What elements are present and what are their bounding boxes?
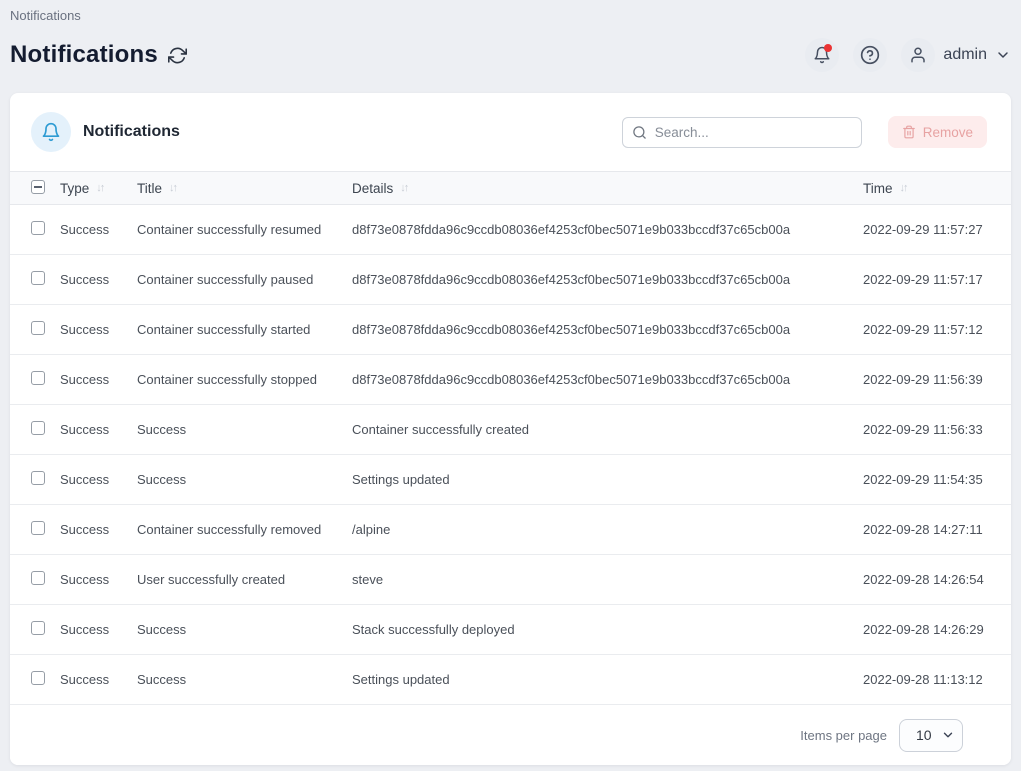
- search-box: [622, 117, 862, 148]
- cell-details: Container successfully created: [352, 422, 863, 437]
- titlebar: Notifications admin: [10, 33, 1011, 77]
- cell-title: User successfully created: [137, 572, 352, 587]
- cell-details: steve: [352, 572, 863, 587]
- row-checkbox[interactable]: [31, 571, 45, 585]
- help-circle-icon: [860, 45, 880, 65]
- notifications-panel: Notifications Remove Type↓↑: [10, 93, 1011, 765]
- cell-details: Settings updated: [352, 472, 863, 487]
- cell-title: Success: [137, 472, 352, 487]
- cell-title: Container successfully paused: [137, 272, 352, 287]
- cell-title: Container successfully removed: [137, 522, 352, 537]
- row-checkbox[interactable]: [31, 221, 45, 235]
- table-row: Success Success Settings updated 2022-09…: [10, 455, 1011, 505]
- row-checkbox[interactable]: [31, 421, 45, 435]
- cell-details: d8f73e0878fdda96c9ccdb08036ef4253cf0bec5…: [352, 222, 863, 237]
- table-row: Success Container successfully paused d8…: [10, 255, 1011, 305]
- cell-time: 2022-09-28 14:26:54: [863, 572, 997, 587]
- select-all-checkbox[interactable]: [31, 180, 45, 194]
- cell-details: d8f73e0878fdda96c9ccdb08036ef4253cf0bec5…: [352, 272, 863, 287]
- cell-time: 2022-09-29 11:57:17: [863, 272, 997, 287]
- cell-type: Success: [60, 222, 137, 237]
- cell-type: Success: [60, 372, 137, 387]
- cell-title: Container successfully stopped: [137, 372, 352, 387]
- notifications-bell-button[interactable]: [805, 38, 839, 72]
- cell-details: /alpine: [352, 522, 863, 537]
- help-button[interactable]: [853, 38, 887, 72]
- cell-details: Settings updated: [352, 672, 863, 687]
- refresh-icon[interactable]: [168, 46, 187, 65]
- trash-icon: [902, 125, 916, 139]
- table-row: Success Container successfully stopped d…: [10, 355, 1011, 405]
- page-title: Notifications: [10, 41, 158, 69]
- cell-time: 2022-09-29 11:56:33: [863, 422, 997, 437]
- column-header-details[interactable]: Details↓↑: [352, 181, 863, 196]
- cell-time: 2022-09-29 11:57:12: [863, 322, 997, 337]
- row-checkbox[interactable]: [31, 371, 45, 385]
- sort-icon: ↓↑: [96, 182, 103, 194]
- cell-type: Success: [60, 322, 137, 337]
- cell-time: 2022-09-29 11:56:39: [863, 372, 997, 387]
- table-row: Success Success Container successfully c…: [10, 405, 1011, 455]
- cell-time: 2022-09-29 11:54:35: [863, 472, 997, 487]
- panel-header: Notifications Remove: [10, 93, 1011, 171]
- column-header-title[interactable]: Title↓↑: [137, 181, 352, 196]
- search-input[interactable]: [622, 117, 862, 148]
- sort-icon: ↓↑: [400, 182, 407, 194]
- table-row: Success User successfully created steve …: [10, 555, 1011, 605]
- cell-type: Success: [60, 622, 137, 637]
- column-header-time[interactable]: Time↓↑: [863, 181, 997, 196]
- items-per-page-select[interactable]: 10: [899, 719, 963, 752]
- cell-type: Success: [60, 672, 137, 687]
- user-menu[interactable]: admin: [901, 38, 1011, 72]
- row-checkbox[interactable]: [31, 671, 45, 685]
- table-header: Type↓↑ Title↓↑ Details↓↑ Time↓↑: [10, 171, 1011, 205]
- items-per-page-wrap: 10: [899, 719, 963, 752]
- table-row: Success Container successfully started d…: [10, 305, 1011, 355]
- sort-icon: ↓↑: [900, 182, 907, 194]
- cell-details: d8f73e0878fdda96c9ccdb08036ef4253cf0bec5…: [352, 322, 863, 337]
- username-label: admin: [943, 46, 987, 64]
- row-checkbox[interactable]: [31, 321, 45, 335]
- cell-type: Success: [60, 422, 137, 437]
- cell-title: Success: [137, 422, 352, 437]
- row-checkbox[interactable]: [31, 471, 45, 485]
- cell-type: Success: [60, 522, 137, 537]
- breadcrumb[interactable]: Notifications: [10, 8, 1011, 23]
- table-footer: Items per page 10: [10, 705, 1011, 765]
- cell-time: 2022-09-28 11:13:12: [863, 672, 997, 687]
- row-checkbox[interactable]: [31, 271, 45, 285]
- cell-type: Success: [60, 572, 137, 587]
- cell-details: d8f73e0878fdda96c9ccdb08036ef4253cf0bec5…: [352, 372, 863, 387]
- panel-title: Notifications: [83, 123, 180, 141]
- row-checkbox[interactable]: [31, 621, 45, 635]
- table-row: Success Success Settings updated 2022-09…: [10, 655, 1011, 705]
- sort-icon: ↓↑: [169, 182, 176, 194]
- cell-time: 2022-09-29 11:57:27: [863, 222, 997, 237]
- table-row: Success Success Stack successfully deplo…: [10, 605, 1011, 655]
- cell-time: 2022-09-28 14:27:11: [863, 522, 997, 537]
- table-row: Success Container successfully resumed d…: [10, 205, 1011, 255]
- cell-title: Success: [137, 622, 352, 637]
- cell-type: Success: [60, 272, 137, 287]
- table-body: Success Container successfully resumed d…: [10, 205, 1011, 705]
- remove-button[interactable]: Remove: [888, 116, 987, 148]
- cell-details: Stack successfully deployed: [352, 622, 863, 637]
- cell-title: Container successfully started: [137, 322, 352, 337]
- remove-button-label: Remove: [923, 125, 973, 140]
- cell-type: Success: [60, 472, 137, 487]
- row-checkbox[interactable]: [31, 521, 45, 535]
- panel-bell-badge: [31, 112, 71, 152]
- items-per-page-label: Items per page: [800, 728, 887, 743]
- user-icon: [909, 46, 927, 64]
- user-avatar-button[interactable]: [901, 38, 935, 72]
- page: Notifications Notifications admin: [0, 0, 1021, 765]
- cell-title: Success: [137, 672, 352, 687]
- cell-title: Container successfully resumed: [137, 222, 352, 237]
- cell-time: 2022-09-28 14:26:29: [863, 622, 997, 637]
- bell-icon: [41, 122, 61, 142]
- table-row: Success Container successfully removed /…: [10, 505, 1011, 555]
- column-header-type[interactable]: Type↓↑: [60, 181, 137, 196]
- chevron-down-icon: [995, 47, 1011, 63]
